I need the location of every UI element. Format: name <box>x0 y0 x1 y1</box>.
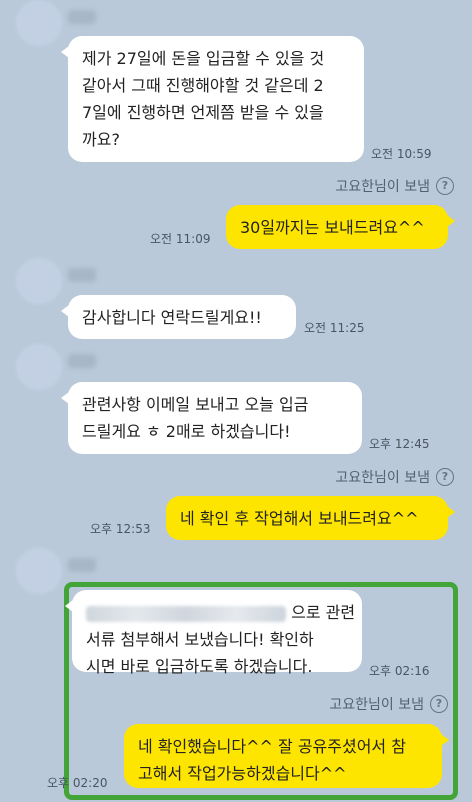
message-bubble-incoming[interactable]: 으로 관련 서류 첨부해서 보냈습니다! 확인하 시면 바로 입금하도록 하겠습… <box>65 590 362 676</box>
redacted-email <box>86 605 286 622</box>
sender-label: 고요한님이 보냄 ? <box>329 694 448 714</box>
message-bubble-outgoing[interactable]: 네 확인했습니다^^ 잘 공유주셨어서 참 고해서 작업가능하겠습니다^^ <box>124 724 449 788</box>
message-bubble-incoming[interactable]: 관련사항 이메일 보내고 오늘 입금 드릴게요 ㅎ 2매로 하겠습니다! <box>61 382 362 454</box>
message-bubble-outgoing[interactable]: 30일까지는 보내드려요^^ <box>226 205 455 249</box>
help-icon[interactable]: ? <box>436 468 454 486</box>
sender-label-text: 고요한님이 보냄 <box>329 697 424 713</box>
sender-name <box>68 268 96 282</box>
sender-name <box>68 354 96 368</box>
message-first-line: 으로 관련 <box>86 599 355 626</box>
message-time: 오후 02:16 <box>369 664 430 678</box>
sender-name <box>68 558 96 572</box>
sender-label: 고요한님이 보냄 ? <box>335 467 454 487</box>
help-icon[interactable]: ? <box>430 695 448 713</box>
sender-label-text: 고요한님이 보냄 <box>335 470 430 486</box>
avatar[interactable] <box>16 0 62 46</box>
avatar[interactable] <box>16 548 62 594</box>
message-text-first: 으로 관련 <box>291 603 356 622</box>
message-time: 오후 12:45 <box>369 437 430 451</box>
help-icon[interactable]: ? <box>436 177 454 195</box>
avatar[interactable] <box>16 258 62 304</box>
sender-label: 고요한님이 보냄 ? <box>335 176 454 196</box>
message-time: 오전 11:25 <box>304 321 365 335</box>
message-time: 오후 12:53 <box>90 522 151 536</box>
message-time: 오후 02:20 <box>47 776 108 790</box>
message-bubble-incoming[interactable]: 제가 27일에 돈을 입금할 수 있을 것 같아서 그때 진행해야할 것 같은데… <box>61 36 364 162</box>
message-bubble-outgoing[interactable]: 네 확인 후 작업해서 보내드려요^^ <box>166 496 455 540</box>
message-time: 오전 10:59 <box>371 147 432 161</box>
message-bubble-incoming[interactable]: 감사합니다 연락드릴게요!! <box>61 295 296 339</box>
sender-name <box>68 10 96 24</box>
avatar[interactable] <box>16 344 62 390</box>
message-text: 서류 첨부해서 보냈습니다! 확인하 시면 바로 입금하도록 하겠습니다. <box>86 630 314 676</box>
sender-label-text: 고요한님이 보냄 <box>335 179 430 195</box>
message-time: 오전 11:09 <box>150 232 211 246</box>
